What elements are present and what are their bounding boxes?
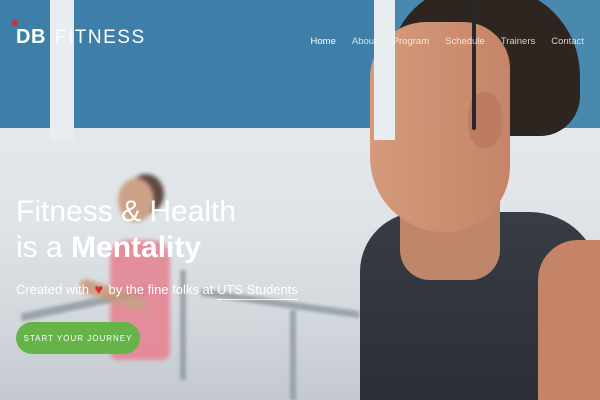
- top-navigation: DB FITNESS Home About Program Schedule T…: [0, 0, 600, 70]
- headline-line-1: Fitness & Health: [16, 195, 237, 228]
- nav-program[interactable]: Program: [385, 36, 437, 47]
- heart-icon: ♥: [94, 281, 103, 297]
- gym-equipment: [290, 310, 296, 400]
- hero-headline: Fitness & Health is a Mentality: [16, 194, 236, 266]
- nav-about[interactable]: About: [344, 36, 385, 47]
- logo-bold-text: DB: [16, 26, 46, 48]
- start-journey-button[interactable]: START YOUR JOURNEY: [16, 322, 140, 354]
- headline-line-2: is a Mentality: [16, 230, 236, 266]
- headline-line-2-prefix: is a: [16, 231, 63, 264]
- nav-home[interactable]: Home: [303, 36, 344, 47]
- nav-schedule[interactable]: Schedule: [437, 36, 493, 47]
- tagline-prefix: Created with: [16, 282, 89, 297]
- uts-students-link[interactable]: UTS Students: [216, 282, 298, 300]
- hero-tagline: Created with ♥ by the fine folks at UTS …: [16, 281, 298, 300]
- headline-emphasis: Mentality: [71, 231, 202, 264]
- logo-dot-icon: [12, 20, 18, 26]
- nav-contact[interactable]: Contact: [543, 36, 592, 47]
- tagline-middle: by the fine folks at: [108, 282, 214, 297]
- main-menu: Home About Program Schedule Trainers Con…: [303, 36, 592, 47]
- site-logo[interactable]: DB FITNESS: [12, 20, 146, 49]
- logo-text: FITNESS: [54, 27, 146, 48]
- nav-trainers[interactable]: Trainers: [493, 36, 544, 47]
